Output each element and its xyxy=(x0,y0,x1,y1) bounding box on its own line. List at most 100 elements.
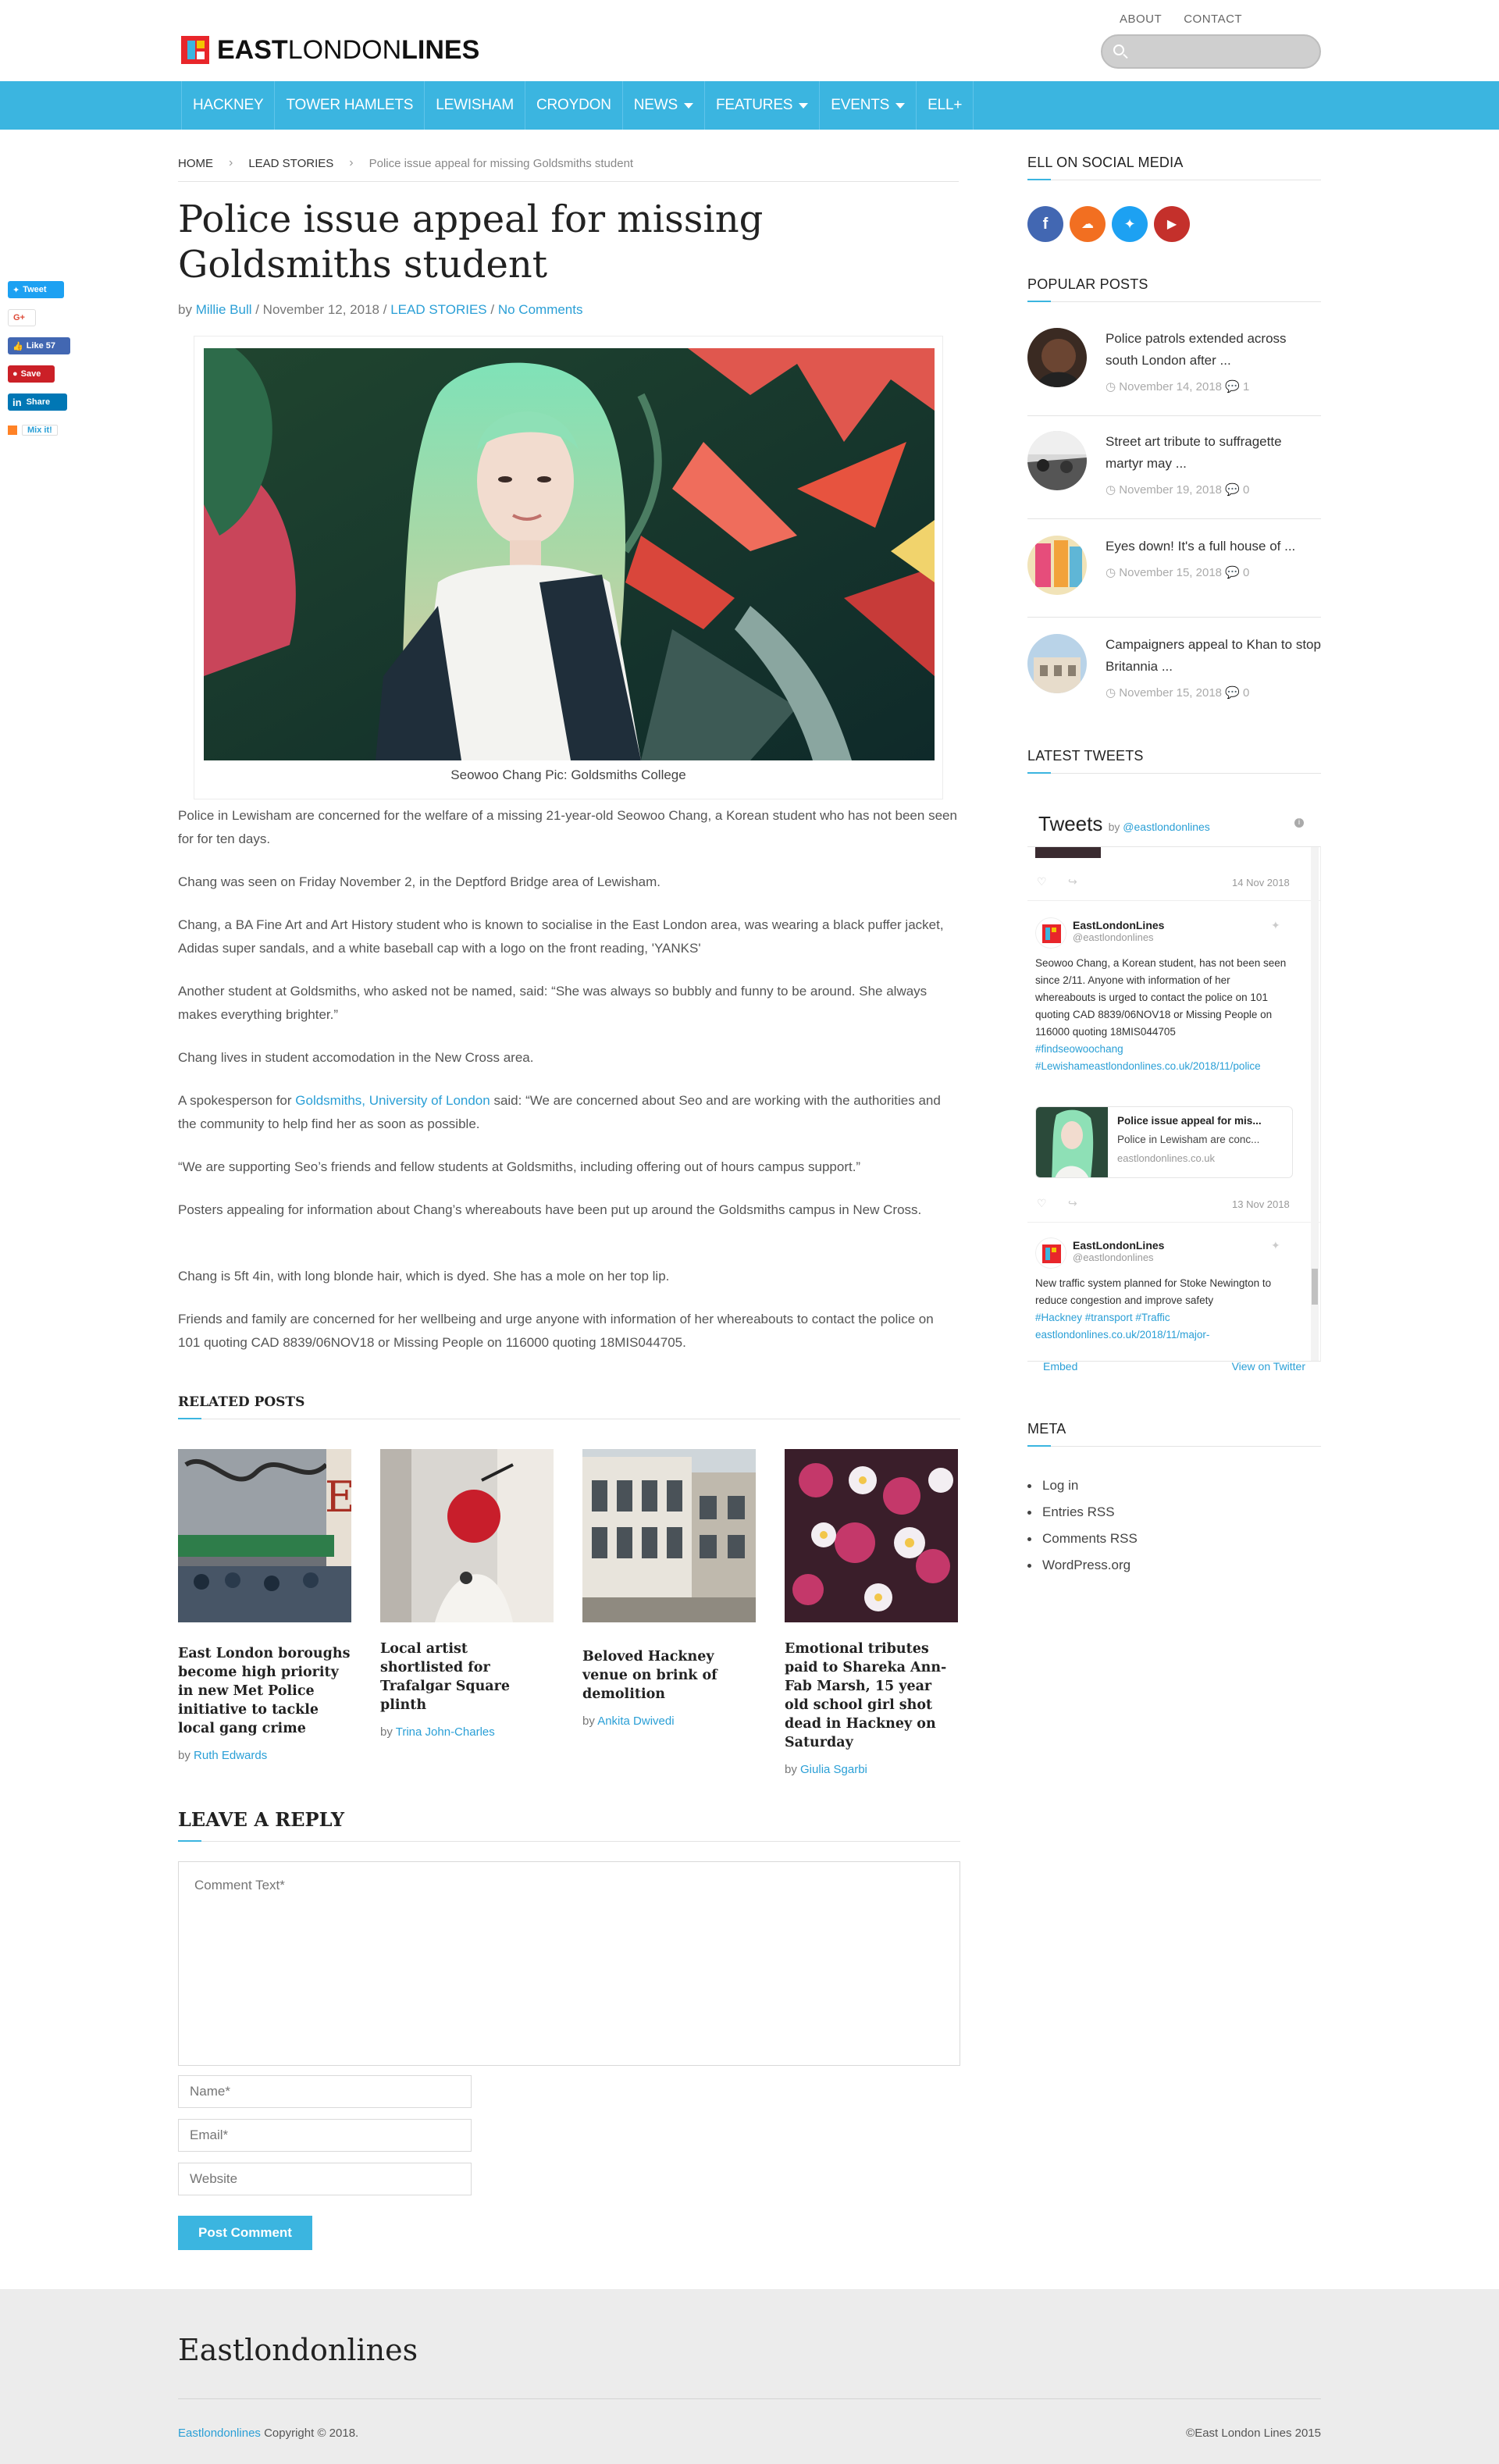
entries-rss-link[interactable]: Entries RSS xyxy=(1042,1504,1115,1519)
nav-lewisham[interactable]: LEWISHAM xyxy=(425,81,526,130)
scrollbar[interactable] xyxy=(1311,847,1319,1361)
info-icon[interactable]: i xyxy=(1294,818,1304,828)
name-field[interactable] xyxy=(179,2076,471,2107)
embed-link[interactable]: Embed xyxy=(1043,1360,1077,1373)
contact-link[interactable]: CONTACT xyxy=(1184,12,1242,26)
author-link[interactable]: Millie Bull xyxy=(196,302,252,317)
nav-tower-hamlets[interactable]: TOWER HAMLETS xyxy=(275,81,425,130)
related-thumbnail[interactable]: E xyxy=(178,1449,351,1622)
comments-link[interactable]: No Comments xyxy=(498,302,583,317)
facebook-like-button[interactable]: 👍 Like 57 xyxy=(8,337,70,354)
tweet-date[interactable]: 13 Nov 2018 xyxy=(1232,1198,1290,1210)
related-post[interactable]: E East London boroughs become high prior… xyxy=(178,1449,351,1762)
about-link[interactable]: ABOUT xyxy=(1120,12,1162,26)
related-author-link[interactable]: Trina John-Charles xyxy=(396,1725,495,1739)
nav-hackney[interactable]: HACKNEY xyxy=(182,81,276,130)
hashtag-link[interactable]: #Hackney #transport #Traffic xyxy=(1035,1312,1170,1323)
gplus-share-button[interactable]: G+ xyxy=(8,309,36,326)
post-comment-button[interactable]: Post Comment xyxy=(178,2216,312,2250)
nav-features[interactable]: FEATURES xyxy=(705,81,821,130)
comments-rss-link[interactable]: Comments RSS xyxy=(1042,1531,1138,1546)
goldsmiths-link[interactable]: Goldsmiths, University of London xyxy=(295,1093,490,1108)
pinterest-save-button[interactable]: ● Save xyxy=(8,365,55,383)
related-post[interactable]: Local artist shortlisted for Trafalgar S… xyxy=(380,1449,554,1739)
post-meta: by Millie Bull / November 12, 2018 / LEA… xyxy=(178,302,582,318)
twitter-icon[interactable]: ✦ xyxy=(1271,1239,1280,1252)
youtube-icon[interactable]: ▶ xyxy=(1154,206,1190,242)
article-paragraph: Chang lives in student accomodation in t… xyxy=(178,1050,534,1065)
tweets-footer: Embed View on Twitter xyxy=(1043,1360,1305,1373)
divider xyxy=(178,181,959,182)
popular-thumbnail[interactable] xyxy=(1027,536,1087,595)
tweet-url-link[interactable]: #Lewishameastlondonlines.co.uk/2018/11/p… xyxy=(1035,1060,1261,1072)
scrollbar-thumb[interactable] xyxy=(1312,1269,1318,1305)
popular-thumbnail[interactable] xyxy=(1027,328,1087,387)
related-post[interactable]: Emotional tributes paid to Shareka Ann-F… xyxy=(785,1449,958,1776)
share-icon[interactable]: ↪ xyxy=(1068,1197,1077,1210)
website-field[interactable] xyxy=(179,2163,471,2195)
related-thumbnail[interactable] xyxy=(582,1449,756,1622)
footer-home-link[interactable]: Eastlondonlines xyxy=(178,2427,261,2440)
nav-ell-plus[interactable]: ELL+ xyxy=(917,81,974,130)
view-on-twitter-link[interactable]: View on Twitter xyxy=(1232,1360,1305,1373)
share-icon[interactable]: ↪ xyxy=(1068,875,1077,888)
related-title[interactable]: Beloved Hackney venue on brink of demoli… xyxy=(582,1647,756,1704)
heart-icon[interactable]: ♡ xyxy=(1037,1197,1047,1210)
card-domain: eastlondonlines.co.uk xyxy=(1117,1152,1216,1164)
mix-share-button[interactable]: Mix it! xyxy=(8,422,78,439)
popular-title[interactable]: Police patrols extended across south Lon… xyxy=(1106,328,1321,372)
category-link[interactable]: LEAD STORIES xyxy=(390,302,486,317)
login-link[interactable]: Log in xyxy=(1042,1478,1078,1493)
tweets-scroll-area[interactable]: ♡ ↪ 14 Nov 2018 EastLondonLines @eastlon… xyxy=(1027,846,1321,1362)
linkedin-share-button[interactable]: in Share xyxy=(8,393,67,411)
twitter-icon[interactable]: ✦ xyxy=(1112,206,1148,242)
hashtag-link[interactable]: #findseowoochang xyxy=(1035,1043,1123,1055)
divider xyxy=(1027,415,1321,416)
main-navigation: HACKNEY TOWER HAMLETS LEWISHAM CROYDON N… xyxy=(0,81,1499,130)
tweet-url-link[interactable]: eastlondonlines.co.uk/2018/11/major- xyxy=(1035,1329,1209,1341)
wordpress-link[interactable]: WordPress.org xyxy=(1042,1558,1130,1572)
nav-news[interactable]: NEWS xyxy=(623,81,705,130)
search-input[interactable] xyxy=(1134,41,1313,62)
twitter-handle-link[interactable]: @eastlondonlines xyxy=(1123,821,1210,833)
popular-post[interactable]: Campaigners appeal to Khan to stop Brita… xyxy=(1027,634,1321,737)
related-thumbnail[interactable] xyxy=(785,1449,958,1622)
avatar[interactable] xyxy=(1035,917,1066,949)
popular-title[interactable]: Street art tribute to suffragette martyr… xyxy=(1106,431,1321,475)
tweet-date[interactable]: 14 Nov 2018 xyxy=(1232,877,1290,888)
email-field[interactable] xyxy=(179,2120,471,2151)
breadcrumb-section[interactable]: LEAD STORIES xyxy=(248,157,333,170)
related-author-link[interactable]: Ruth Edwards xyxy=(194,1749,267,1762)
heart-icon[interactable]: ♡ xyxy=(1037,875,1047,888)
site-logo[interactable]: EASTLONDONLINES xyxy=(181,36,479,64)
related-title[interactable]: East London boroughs become high priorit… xyxy=(178,1644,351,1738)
nav-croydon[interactable]: CROYDON xyxy=(525,81,623,130)
svg-text:E: E xyxy=(325,1472,351,1522)
tweet-share-button[interactable]: ✦ Tweet xyxy=(8,281,64,298)
chevron-down-icon xyxy=(683,102,693,109)
related-title[interactable]: Emotional tributes paid to Shareka Ann-F… xyxy=(785,1640,958,1752)
related-author-link[interactable]: Giulia Sgarbi xyxy=(800,1763,867,1776)
search-icon[interactable] xyxy=(1113,45,1124,55)
meta-links: Log in Entries RSS Comments RSS WordPres… xyxy=(1027,1472,1138,1579)
comment-textarea[interactable] xyxy=(179,1862,960,2065)
related-author-link[interactable]: Ankita Dwivedi xyxy=(597,1714,674,1728)
popular-thumbnail[interactable] xyxy=(1027,431,1087,490)
popular-title[interactable]: Campaigners appeal to Khan to stop Brita… xyxy=(1106,634,1321,678)
related-title[interactable]: Local artist shortlisted for Trafalgar S… xyxy=(380,1640,554,1714)
avatar[interactable] xyxy=(1035,1237,1066,1269)
facebook-icon[interactable]: f xyxy=(1027,206,1063,242)
soundcloud-icon[interactable]: ☁ xyxy=(1070,206,1106,242)
related-post[interactable]: Beloved Hackney venue on brink of demoli… xyxy=(582,1449,756,1728)
popular-post[interactable]: Eyes down! It's a full house of ... ◷ No… xyxy=(1027,536,1321,639)
divider xyxy=(1027,1446,1321,1447)
post-date: / November 12, 2018 / xyxy=(255,302,387,317)
twitter-icon[interactable]: ✦ xyxy=(1271,919,1280,932)
nav-events[interactable]: EVENTS xyxy=(820,81,917,130)
popular-title[interactable]: Eyes down! It's a full house of ... xyxy=(1106,536,1321,557)
link-card[interactable]: Police issue appeal for mis... Police in… xyxy=(1035,1106,1293,1178)
related-thumbnail[interactable] xyxy=(380,1449,554,1622)
featured-figure: Seowoo Chang Pic: Goldsmiths College xyxy=(194,336,943,799)
breadcrumb-home[interactable]: HOME xyxy=(178,157,213,170)
popular-thumbnail[interactable] xyxy=(1027,634,1087,693)
